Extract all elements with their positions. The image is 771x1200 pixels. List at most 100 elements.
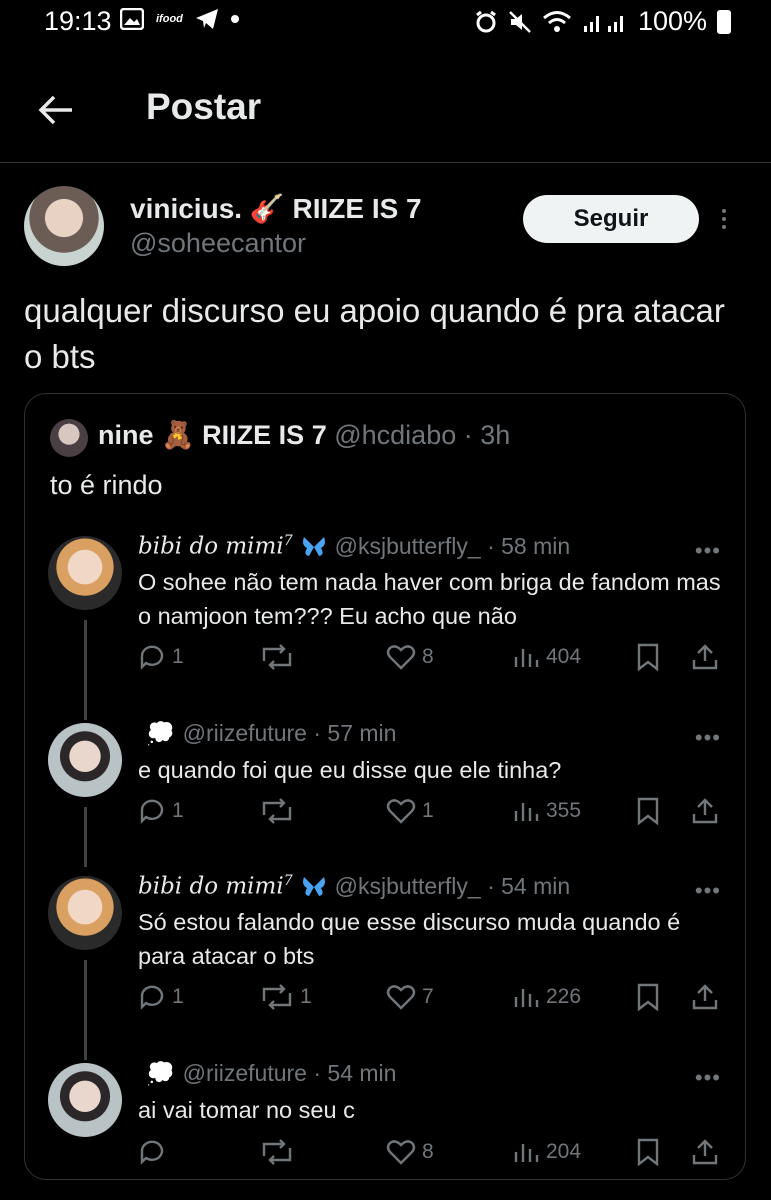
repost-button[interactable] bbox=[260, 1138, 300, 1166]
like-button[interactable]: 8 bbox=[386, 1138, 434, 1166]
repost-button[interactable] bbox=[260, 797, 300, 825]
follow-button[interactable]: Seguir bbox=[523, 195, 699, 243]
thread-line bbox=[84, 620, 87, 720]
reply-meta: @ksjbutterfly_ · 58 min bbox=[334, 533, 571, 559]
share-icon bbox=[692, 984, 718, 1010]
bookmark-icon bbox=[637, 797, 659, 825]
bookmark-icon bbox=[637, 1138, 659, 1166]
reply-meta: @riizefuture · 54 min bbox=[182, 1060, 397, 1086]
status-time: 19:13 bbox=[44, 6, 112, 36]
signal-icon bbox=[583, 15, 623, 32]
views-button[interactable]: 226 bbox=[512, 983, 581, 1011]
reply-author-name: bibi do mimi7 bbox=[138, 873, 293, 900]
wifi-icon bbox=[542, 10, 571, 32]
views-count: 204 bbox=[546, 1140, 582, 1163]
share-button[interactable] bbox=[690, 797, 720, 825]
bookmark-button[interactable] bbox=[636, 1138, 660, 1166]
bookmark-icon bbox=[637, 983, 659, 1011]
reply-text: ai vai tomar no seu c bbox=[138, 1097, 355, 1123]
bookmark-button[interactable] bbox=[636, 983, 660, 1011]
reply-count: 1 bbox=[172, 985, 184, 1008]
reply-button[interactable]: 1 bbox=[138, 983, 184, 1011]
heart-icon bbox=[386, 985, 416, 1010]
views-icon bbox=[514, 989, 539, 1007]
author-name[interactable]: vinicius. 🎸 RIIZE IS 7 bbox=[130, 192, 422, 225]
page-title: Postar bbox=[146, 86, 262, 127]
repost-icon bbox=[262, 798, 292, 824]
views-icon bbox=[514, 1144, 539, 1162]
reply-avatar[interactable] bbox=[48, 876, 122, 950]
like-button[interactable]: 8 bbox=[386, 643, 434, 671]
views-button[interactable]: 355 bbox=[512, 797, 581, 825]
author-avatar[interactable] bbox=[24, 186, 104, 266]
heart-icon bbox=[386, 799, 416, 824]
butterfly-icon bbox=[302, 876, 325, 896]
comment-icon bbox=[140, 985, 164, 1010]
bookmark-button[interactable] bbox=[636, 643, 660, 671]
heart-icon bbox=[386, 645, 416, 670]
reply-header: bibi do mimi7 @ksjbutterfly_ · 54 min bbox=[138, 873, 570, 900]
views-count: 355 bbox=[546, 799, 582, 822]
reply-header: bibi do mimi7 @ksjbutterfly_ · 58 min bbox=[138, 533, 570, 560]
ifood-icon: ifood bbox=[156, 13, 183, 25]
share-button[interactable] bbox=[690, 983, 720, 1011]
arrow-left-icon bbox=[38, 95, 72, 125]
status-system: 100% bbox=[474, 6, 731, 37]
reply-button[interactable]: 1 bbox=[138, 643, 184, 671]
share-button[interactable] bbox=[690, 643, 720, 671]
reply-button[interactable] bbox=[138, 1138, 172, 1166]
views-button[interactable]: 404 bbox=[512, 643, 581, 671]
bookmark-button[interactable] bbox=[636, 797, 660, 825]
reply-meta: @ksjbutterfly_ · 54 min bbox=[334, 873, 571, 899]
reply-actions: 1 1 7 226 bbox=[138, 983, 722, 1017]
reply-header: 💭 @riizefuture · 54 min bbox=[138, 1060, 396, 1087]
gallery-icon bbox=[120, 8, 144, 30]
teddy-bear-emoji-icon: 🧸 bbox=[161, 420, 195, 450]
thought-bubble-emoji-icon: 💭 bbox=[146, 1060, 175, 1086]
share-icon bbox=[692, 1139, 718, 1165]
repost-button[interactable] bbox=[260, 643, 300, 671]
reply-avatar[interactable] bbox=[48, 1063, 122, 1137]
repost-icon bbox=[262, 984, 292, 1010]
reply-more-icon[interactable]: ••• bbox=[695, 725, 721, 751]
share-button[interactable] bbox=[690, 1138, 720, 1166]
like-button[interactable]: 1 bbox=[386, 797, 434, 825]
comment-icon bbox=[140, 645, 164, 670]
comment-icon bbox=[140, 1140, 164, 1165]
reply-text: Só estou falando que esse discurso muda … bbox=[138, 909, 681, 969]
views-button[interactable]: 204 bbox=[512, 1138, 581, 1166]
reply-more-icon[interactable]: ••• bbox=[695, 538, 721, 564]
views-icon bbox=[514, 803, 539, 821]
reply-text: O sohee não tem nada haver com briga de … bbox=[138, 569, 721, 629]
share-icon bbox=[692, 798, 718, 824]
reply-count: 1 bbox=[172, 799, 184, 822]
reply-count: 1 bbox=[172, 645, 184, 668]
status-notification-icons: ifood bbox=[120, 8, 239, 30]
repost-icon bbox=[262, 644, 292, 670]
reply-avatar[interactable] bbox=[48, 536, 122, 610]
alarm-icon bbox=[476, 10, 496, 32]
back-button[interactable] bbox=[36, 90, 76, 135]
author-name-suffix: RIIZE IS 7 bbox=[292, 193, 422, 224]
quote-meta: @hcdiabo · 3h bbox=[334, 420, 511, 450]
reply-more-icon[interactable]: ••• bbox=[695, 878, 721, 904]
like-count: 7 bbox=[422, 985, 434, 1008]
battery-percent: 100% bbox=[637, 6, 707, 36]
butterfly-icon bbox=[302, 536, 325, 556]
reply-more-icon[interactable]: ••• bbox=[695, 1065, 721, 1091]
reply-avatar[interactable] bbox=[48, 723, 122, 797]
reply-button[interactable]: 1 bbox=[138, 797, 184, 825]
telegram-icon bbox=[195, 9, 218, 29]
quote-author-line: nine 🧸 RIIZE IS 7 @hcdiabo · 3h bbox=[98, 419, 510, 451]
reply-text: e quando foi que eu disse que ele tinha? bbox=[138, 757, 562, 783]
quote-author-avatar bbox=[50, 419, 88, 457]
more-options-icon[interactable] bbox=[722, 205, 726, 233]
bookmark-icon bbox=[637, 643, 659, 671]
author-handle[interactable]: @soheecantor bbox=[130, 228, 306, 259]
comment-icon bbox=[140, 799, 164, 824]
repost-button[interactable]: 1 bbox=[260, 983, 312, 1011]
like-button[interactable]: 7 bbox=[386, 983, 434, 1011]
dot-icon bbox=[230, 15, 239, 23]
author-display-name: vinicius. bbox=[130, 193, 243, 224]
battery-icon bbox=[717, 9, 731, 34]
